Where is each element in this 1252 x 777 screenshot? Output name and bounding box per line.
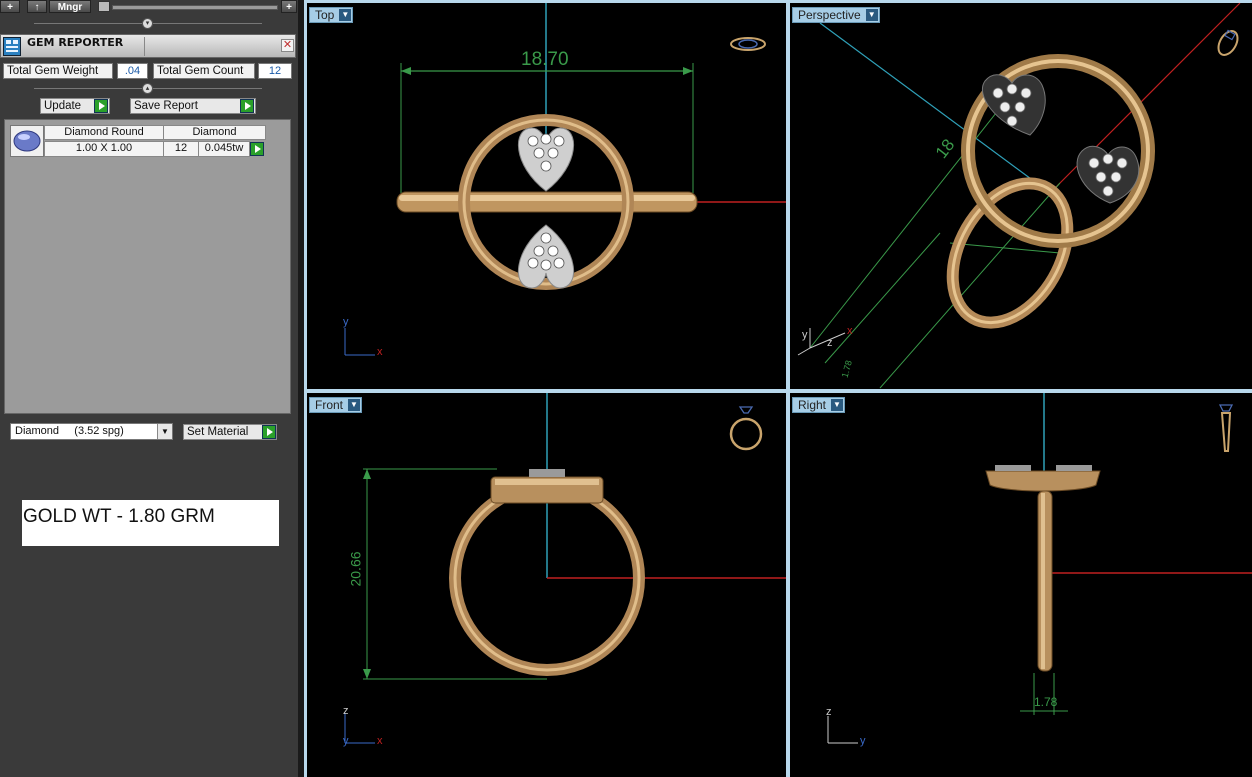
material-select[interactable]: Diamond (3.52 spg) ▼: [10, 423, 173, 440]
expand-toggle-icon[interactable]: ▴: [142, 83, 153, 94]
perspective-axis-x: x: [847, 325, 853, 337]
material-selected-value: Diamond (3.52 spg): [15, 425, 124, 437]
chevron-down-icon[interactable]: ▼: [157, 424, 172, 439]
perspective-axis-z: z: [827, 337, 833, 349]
perspective-axis-y: y: [802, 329, 808, 341]
top-axis-x: x: [377, 346, 383, 358]
right-axis-y: y: [860, 735, 866, 747]
manager-button[interactable]: Mngr: [49, 0, 91, 13]
right-width-dimension: 1.78: [1034, 695, 1058, 709]
column-header-shape: Diamond Round: [44, 125, 164, 140]
front-viewport[interactable]: Front ▼ 20.66 z y x: [307, 393, 786, 777]
close-icon[interactable]: ✕: [281, 39, 294, 52]
top-width-dimension: 18.70: [521, 49, 569, 70]
front-axis-z: z: [343, 705, 349, 717]
front-height-dimension: 20.66: [347, 551, 364, 587]
save-report-go-icon[interactable]: [240, 99, 254, 113]
top-viewport-label: Top: [315, 8, 335, 22]
right-viewport-tab[interactable]: Right ▼: [792, 397, 846, 413]
viewport-area: Top ▼ 18.70 y x Perspective ▼ 18 1.78 x …: [304, 0, 1252, 777]
gem-reporter-logo-icon: [3, 37, 21, 56]
collapse-toggle-icon[interactable]: ▾: [142, 18, 153, 29]
front-axis-x: x: [377, 735, 383, 747]
perspective-viewport-label: Perspective: [798, 8, 861, 22]
total-gem-weight-label: Total Gem Weight: [3, 63, 113, 79]
update-go-icon[interactable]: [94, 99, 108, 113]
perspective-viewport[interactable]: Perspective ▼ 18 1.78 x y z: [790, 3, 1252, 389]
gem-row-go-icon[interactable]: [250, 142, 264, 156]
right-viewport-label: Right: [798, 398, 827, 412]
right-viewport[interactable]: Right ▼ 1.78 z y: [790, 393, 1252, 777]
total-gem-count-value: 12: [258, 63, 292, 79]
perspective-viewport-tab[interactable]: Perspective ▼: [792, 7, 880, 23]
total-gem-count-label: Total Gem Count: [153, 63, 255, 79]
chevron-down-icon[interactable]: ▼: [831, 399, 844, 411]
chevron-down-icon[interactable]: ▼: [865, 9, 878, 21]
gem-weight-cell: 0.045tw: [198, 141, 250, 157]
add-button[interactable]: +: [0, 0, 20, 13]
front-viewport-label: Front: [315, 398, 344, 412]
gem-count-cell: 12: [163, 141, 199, 157]
set-material-go-icon[interactable]: [262, 425, 276, 439]
gem-list-area: Diamond Round Diamond 1.00 X 1.00 12 0.0…: [4, 119, 291, 414]
update-label: Update: [44, 100, 82, 112]
right-axis-z: z: [826, 706, 832, 718]
gem-size-cell: 1.00 X 1.00: [44, 141, 164, 157]
size-slider-thumb[interactable]: [98, 1, 110, 12]
gold-weight-note: GOLD WT - 1.80 GRM: [22, 500, 279, 546]
chevron-down-icon[interactable]: ▼: [339, 9, 352, 21]
front-axis-y: y: [343, 735, 349, 747]
total-gem-weight-value: .04: [117, 63, 148, 79]
top-viewport[interactable]: Top ▼ 18.70 y x: [307, 3, 786, 389]
top-axis-y: y: [343, 316, 349, 328]
column-header-material: Diamond: [163, 125, 266, 140]
left-panel: + ↑ Mngr + ▾ GEM REPORTER ✕ Total Gem We…: [0, 0, 298, 777]
size-slider-track[interactable]: [112, 5, 278, 10]
plus-button[interactable]: +: [281, 0, 297, 13]
up-arrow-button[interactable]: ↑: [27, 0, 47, 13]
set-material-label: Set Material: [187, 426, 249, 438]
gem-reporter-header: GEM REPORTER ✕: [0, 34, 296, 58]
chevron-down-icon[interactable]: ▼: [348, 399, 361, 411]
front-viewport-tab[interactable]: Front ▼: [309, 397, 363, 413]
save-report-button[interactable]: Save Report: [130, 98, 256, 114]
top-viewport-tab[interactable]: Top ▼: [309, 7, 354, 23]
gem-reporter-title: GEM REPORTER: [27, 36, 124, 49]
save-report-label: Save Report: [134, 100, 198, 112]
diamond-gem-icon[interactable]: [10, 125, 44, 157]
